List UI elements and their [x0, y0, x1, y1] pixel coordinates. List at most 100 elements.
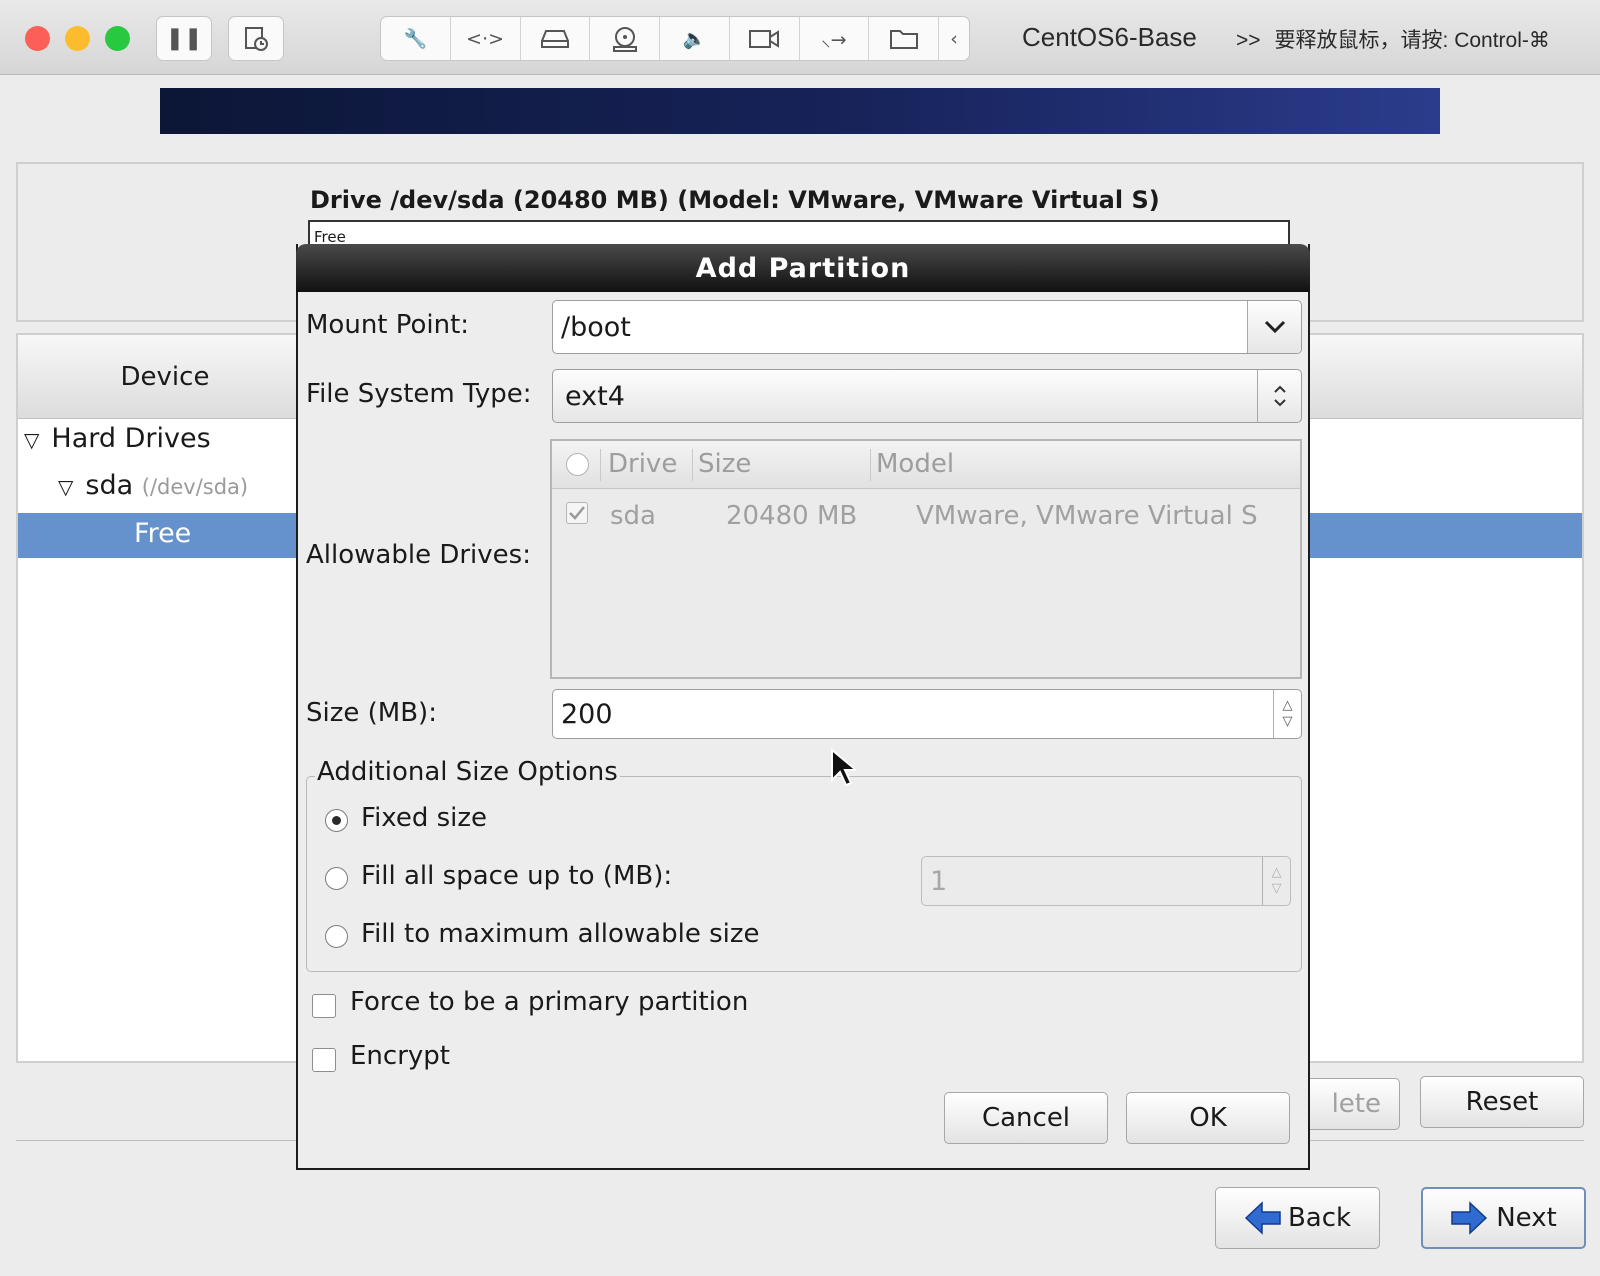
drives-col-drive[interactable]: Drive	[608, 449, 677, 479]
collapse-toolbar-button[interactable]: ‹	[939, 17, 969, 60]
expand-triangle-icon[interactable]: ▽	[58, 475, 73, 499]
drive-heading: Drive /dev/sda (20480 MB) (Model: VMware…	[310, 186, 1160, 214]
shared-folder-button[interactable]	[869, 17, 939, 60]
mount-point-dropdown-button[interactable]	[1247, 301, 1301, 353]
optical-drive-icon	[612, 26, 637, 52]
vm-title: CentOS6-Base	[1022, 22, 1197, 52]
installer-banner	[160, 88, 1440, 134]
radio-dot	[332, 816, 341, 825]
release-hint-text: 要释放鼠标，请按: Control-⌘	[1274, 29, 1550, 52]
snapshot-icon	[245, 26, 268, 51]
tree-item-hard-drives[interactable]: ▽ Hard Drives	[24, 423, 211, 454]
close-window-button[interactable]	[25, 26, 50, 51]
fs-type-stepper[interactable]	[1257, 370, 1301, 422]
tree-label-free: Free	[134, 518, 192, 549]
fixed-size-radio[interactable]	[325, 809, 348, 832]
mount-point-value: /boot	[561, 311, 631, 343]
fill-upto-radio[interactable]	[325, 867, 348, 890]
tree-label-sda: sda	[85, 470, 134, 501]
dialog-title: Add Partition	[296, 244, 1310, 292]
drive-cell-size: 20480 MB	[726, 501, 858, 531]
tree-label-hard-drives: Hard Drives	[51, 423, 211, 454]
arrow-left-icon	[1244, 1201, 1281, 1235]
hard-disk-button[interactable]	[521, 17, 591, 60]
fs-type-select[interactable]: ext4	[552, 369, 1302, 423]
vm-window: ❚❚ 🔧 <·> 🔈 ⸜→ ‹ CentOS6-Base >> 要释放鼠标，请按…	[0, 0, 1600, 1276]
sound-button[interactable]: 🔈	[660, 17, 730, 60]
tree-label-sda-path: (/dev/sda)	[141, 475, 249, 499]
reset-button-label: Reset	[1465, 1087, 1539, 1117]
size-stepper[interactable]: △ ▽	[1273, 690, 1301, 738]
select-all-toggle[interactable]	[566, 453, 589, 476]
chevron-left-icon: ‹	[950, 27, 958, 50]
pause-vm-button[interactable]: ❚❚	[156, 16, 212, 61]
force-primary-label[interactable]: Force to be a primary partition	[350, 987, 748, 1017]
stepper-down-icon[interactable]: ▽	[1283, 714, 1293, 730]
allowable-drives-table: Drive Size Model sda 20480 MB VMware, VM…	[550, 439, 1302, 679]
usb-icon: ⸜→	[821, 28, 847, 51]
mount-point-combobox[interactable]: /boot	[552, 300, 1302, 354]
zoom-window-button[interactable]	[105, 26, 130, 51]
next-button-label: Next	[1496, 1203, 1557, 1233]
fill-upto-value: 1	[930, 865, 948, 897]
fs-type-value: ext4	[565, 380, 625, 412]
force-primary-checkbox[interactable]	[312, 994, 336, 1018]
minimize-window-button[interactable]	[65, 26, 90, 51]
encrypt-checkbox[interactable]	[312, 1048, 336, 1072]
shared-folder-icon	[889, 29, 918, 49]
reset-button[interactable]: Reset	[1420, 1076, 1584, 1128]
drives-table-header: Drive Size Model	[552, 441, 1300, 489]
back-button[interactable]: Back	[1215, 1187, 1380, 1249]
wrench-icon: 🔧	[403, 28, 428, 50]
cd-dvd-button[interactable]	[590, 17, 660, 60]
size-label: Size (MB):	[306, 698, 437, 728]
double-chevron-icon: >>	[1236, 29, 1261, 52]
pause-icon: ❚❚	[165, 26, 203, 51]
snapshot-button[interactable]	[228, 16, 284, 61]
size-value: 200	[561, 698, 613, 730]
settings-wrench-button[interactable]: 🔧	[381, 17, 451, 60]
stepper-up-icon[interactable]: △	[1272, 865, 1282, 881]
fill-upto-spinbox[interactable]: 1 △ ▽	[921, 856, 1291, 906]
chevron-down-icon	[1264, 320, 1285, 334]
expand-triangle-icon[interactable]: ▽	[24, 428, 39, 452]
next-button[interactable]: Next	[1421, 1187, 1586, 1249]
usb-button[interactable]: ⸜→	[800, 17, 870, 60]
fill-upto-label[interactable]: Fill all space up to (MB):	[361, 861, 672, 891]
stepper-up-icon[interactable]: △	[1283, 698, 1293, 714]
drives-col-model[interactable]: Model	[876, 449, 954, 479]
drive-cell-model: VMware, VMware Virtual S	[916, 501, 1258, 531]
checkmark-icon	[569, 506, 585, 520]
fixed-size-label[interactable]: Fixed size	[361, 803, 487, 833]
release-mouse-hint: >> 要释放鼠标，请按: Control-⌘	[1236, 24, 1550, 54]
encrypt-label[interactable]: Encrypt	[350, 1041, 450, 1071]
device-column-header[interactable]: Device	[18, 335, 312, 419]
drives-col-size[interactable]: Size	[698, 449, 751, 479]
tree-item-sda[interactable]: ▽ sda (/dev/sda)	[58, 470, 248, 501]
updown-chevron-icon	[1273, 385, 1286, 407]
back-button-label: Back	[1287, 1203, 1352, 1233]
size-spinbox[interactable]: 200 △ ▽	[552, 689, 1302, 739]
additional-size-options-group: Additional Size Options Fixed size Fill …	[306, 757, 1302, 972]
network-icon: <·>	[466, 27, 505, 50]
mount-point-label: Mount Point:	[306, 310, 470, 340]
add-partition-dialog: Add Partition Mount Point: /boot File Sy…	[296, 244, 1310, 1170]
hard-disk-icon	[540, 29, 569, 48]
network-button[interactable]: <·>	[451, 17, 521, 60]
vm-toolbar: ❚❚ 🔧 <·> 🔈 ⸜→ ‹ CentOS6-Base >> 要释放鼠标，请按…	[0, 0, 1600, 75]
arrow-right-icon	[1451, 1201, 1488, 1235]
fill-max-radio[interactable]	[325, 925, 348, 948]
camera-button[interactable]	[730, 17, 800, 60]
allowable-drives-label: Allowable Drives:	[306, 540, 531, 570]
drive-sda-checkbox[interactable]	[566, 502, 588, 524]
fill-upto-stepper[interactable]: △ ▽	[1262, 857, 1290, 905]
mouse-pointer-icon	[831, 748, 856, 786]
fs-type-label: File System Type:	[306, 379, 532, 409]
stepper-down-icon[interactable]: ▽	[1272, 881, 1282, 897]
fill-max-label[interactable]: Fill to maximum allowable size	[361, 919, 760, 949]
delete-button-label: lete	[1331, 1089, 1381, 1119]
cancel-button[interactable]: Cancel	[944, 1092, 1108, 1144]
drive-cell-name: sda	[610, 501, 656, 531]
cancel-button-label: Cancel	[981, 1103, 1071, 1133]
ok-button[interactable]: OK	[1126, 1092, 1290, 1144]
